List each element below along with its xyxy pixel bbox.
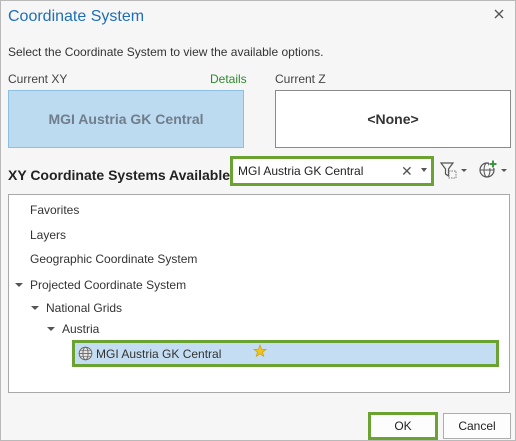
current-xy-box[interactable]: MGI Austria GK Central [8,90,244,148]
expand-austria-icon[interactable] [47,327,55,331]
details-link[interactable]: Details [210,72,247,86]
tree-item-geographic[interactable]: Geographic Coordinate System [30,252,197,266]
filter-icon [439,162,467,179]
globe-add-icon [479,160,507,178]
tree-item-national-grids[interactable]: National Grids [46,301,122,315]
tree-item-layers[interactable]: Layers [30,228,66,242]
tree-item-favorites[interactable]: Favorites [30,203,79,217]
expand-national-grids-icon[interactable] [31,306,39,310]
expand-projected-icon[interactable] [15,283,23,287]
coordinate-system-tree[interactable]: Favorites Layers Geographic Coordinate S… [8,194,510,393]
tree-item-austria[interactable]: Austria [62,322,99,336]
current-z-label: Current Z [275,72,326,86]
clear-x-icon[interactable]: ✕ [401,163,413,179]
title-bar: Coordinate System [1,1,515,33]
current-z-box[interactable]: <None> [275,90,511,148]
cancel-button[interactable]: Cancel [443,413,511,439]
tree-item-projected[interactable]: Projected Coordinate System [30,278,186,292]
current-xy-value: MGI Austria GK Central [48,111,204,127]
available-heading: XY Coordinate Systems Available [8,167,231,183]
dialog-title: Coordinate System [8,8,145,25]
globe-icon [78,346,93,361]
favorite-star-icon[interactable] [253,344,267,358]
add-coordinate-system-button[interactable] [478,159,508,181]
coordinate-system-dialog: Coordinate System Select the Coordinate … [0,0,516,441]
search-input[interactable] [238,162,398,180]
close-icon[interactable] [492,7,506,21]
ok-button[interactable]: OK [368,412,438,440]
search-dropdown-caret-icon[interactable] [421,168,427,172]
search-box[interactable]: ✕ [230,156,434,186]
filter-button[interactable] [439,159,469,181]
instruction-text: Select the Coordinate System to view the… [8,45,324,59]
tree-item-label: MGI Austria GK Central [96,347,222,361]
current-z-value: <None> [367,111,419,127]
tree-item-mgi-austria-gk-central[interactable]: MGI Austria GK Central [72,340,499,367]
current-xy-label: Current XY [8,72,68,86]
